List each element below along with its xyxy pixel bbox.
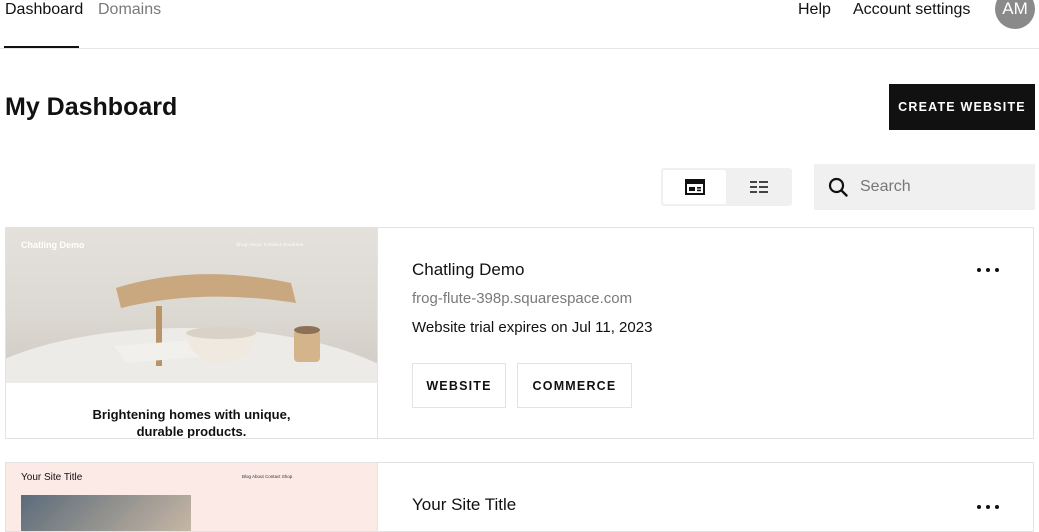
help-link[interactable]: Help xyxy=(798,0,831,19)
search-box xyxy=(814,164,1035,210)
site-name[interactable]: Your Site Title xyxy=(412,495,516,515)
site-url[interactable]: frog-flute-398p.squarespace.com xyxy=(412,290,632,307)
card-view-icon xyxy=(684,179,705,195)
card-view-button[interactable] xyxy=(663,170,726,204)
avatar[interactable]: AM xyxy=(995,0,1035,29)
caption-line: durable products. xyxy=(136,424,247,438)
more-options-icon[interactable] xyxy=(971,260,1005,280)
thumbnail-scene xyxy=(6,274,377,383)
site-name[interactable]: Chatling Demo xyxy=(412,260,524,280)
commerce-button[interactable]: COMMERCE xyxy=(517,363,632,408)
thumbnail-photo xyxy=(21,495,191,531)
tab-domains[interactable]: Domains xyxy=(98,0,161,28)
thumbnail-nav: Blog About Contact Shop xyxy=(242,474,293,479)
site-thumbnail[interactable]: Your Site Title Blog About Contact Shop xyxy=(6,463,378,531)
avatar-initials: AM xyxy=(1002,0,1028,18)
view-toggle xyxy=(661,168,792,206)
thumbnail-caption: Brightening homes with unique, durable p… xyxy=(6,406,377,438)
thumbnail-site-name: Chatling Demo xyxy=(21,240,85,250)
site-thumbnail[interactable]: Chatling Demo Shop About Contact Stockis… xyxy=(6,228,378,438)
search-input[interactable] xyxy=(860,164,1030,210)
site-card: Your Site Title Blog About Contact Shop … xyxy=(5,462,1034,532)
thumbnail-photo: Chatling Demo Shop About Contact Stockis… xyxy=(6,228,377,383)
page-title: My Dashboard xyxy=(5,93,178,121)
caption-line: Brightening homes with unique, xyxy=(92,407,291,422)
website-button[interactable]: WEBSITE xyxy=(412,363,506,408)
trial-status: Website trial expires on Jul 11, 2023 xyxy=(412,319,653,336)
thumbnail-nav: Shop About Contact Stockists xyxy=(236,242,304,247)
thumbnail-site-name: Your Site Title xyxy=(21,472,83,483)
create-website-button[interactable]: CREATE WEBSITE xyxy=(889,84,1035,130)
list-view-button[interactable] xyxy=(727,170,790,204)
search-icon xyxy=(828,177,848,197)
active-tab-indicator xyxy=(4,46,79,48)
site-card: Chatling Demo Shop About Contact Stockis… xyxy=(5,227,1034,439)
list-view-icon xyxy=(749,181,768,193)
top-nav: Dashboard Domains Help Account settings … xyxy=(0,0,1039,49)
tab-dashboard[interactable]: Dashboard xyxy=(5,0,83,28)
more-options-icon[interactable] xyxy=(971,497,1005,517)
account-settings-link[interactable]: Account settings xyxy=(853,0,970,19)
